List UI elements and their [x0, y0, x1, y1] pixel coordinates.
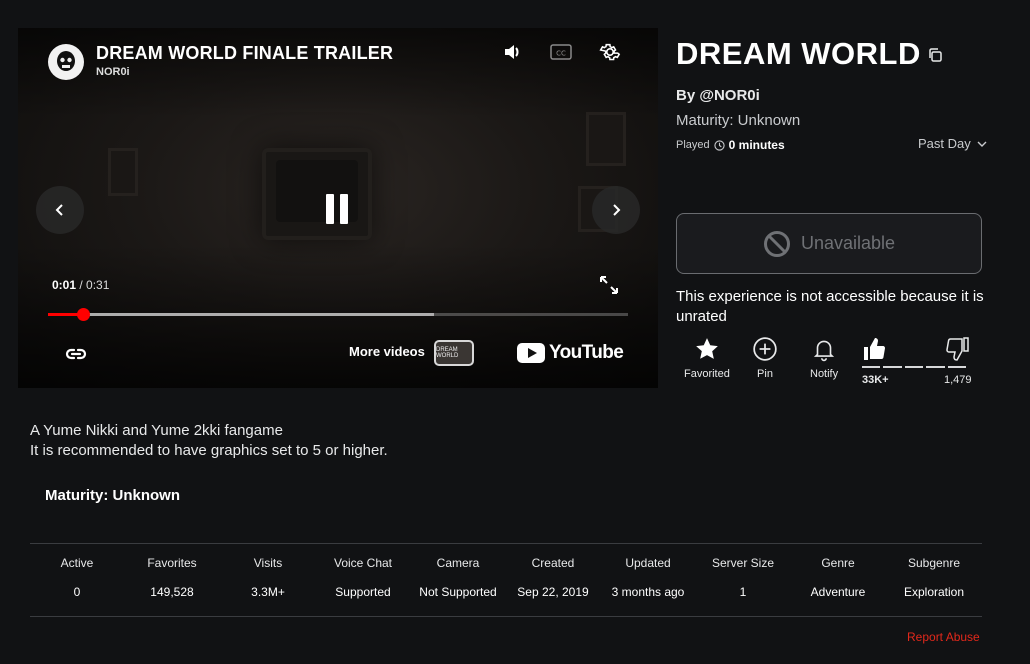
stat-genre: Genre Adventure: [811, 556, 866, 599]
stat-favorites: Favorites 149,528: [147, 556, 196, 599]
current-time: 0:01: [52, 278, 77, 292]
plus-circle-icon: [753, 337, 777, 361]
video-title[interactable]: DREAM WORLD FINALE TRAILER: [96, 43, 393, 64]
fullscreen-icon[interactable]: [598, 274, 620, 296]
blocked-icon: [763, 230, 790, 257]
maturity-rating: Maturity: Unknown: [45, 487, 180, 504]
stat-visits: Visits 3.3M+: [251, 556, 285, 599]
stat-value: Not Supported: [419, 585, 497, 599]
link-icon[interactable]: [64, 342, 88, 366]
unavailable-label: Unavailable: [800, 233, 896, 253]
stat-server-size: Server Size 1: [712, 556, 774, 599]
star-icon: [696, 338, 718, 359]
stat-value: 3.3M+: [251, 585, 285, 599]
buffered-bar: [48, 313, 434, 316]
stat-created: Created Sep 22, 2019: [517, 556, 588, 599]
scrubber-handle[interactable]: [76, 308, 90, 321]
stat-value: 1: [739, 585, 747, 599]
description-line: It is recommended to have graphics set t…: [30, 442, 388, 459]
stat-label: Voice Chat: [333, 556, 393, 570]
stats-divider-bottom: [30, 616, 982, 617]
played-value: 0 minutes: [728, 138, 785, 152]
scene-frame: [586, 112, 626, 166]
game-description: A Yume Nikki and Yume 2kki fangame It is…: [30, 421, 388, 461]
pause-icon[interactable]: [324, 194, 350, 224]
favorite-label: Favorited: [684, 368, 730, 380]
chevron-right-icon: [613, 204, 621, 216]
thumbs-down-icon[interactable]: [946, 336, 970, 367]
stats-divider-top: [30, 543, 982, 544]
next-video-button[interactable]: [592, 186, 640, 234]
period-label: Past Day: [918, 136, 971, 151]
notify-label: Notify: [810, 368, 839, 380]
report-abuse-link[interactable]: Report Abuse: [907, 630, 980, 644]
video-time: 0:01 / 0:31: [52, 278, 109, 292]
volume-icon[interactable]: [500, 40, 524, 64]
scene-frame: [108, 148, 138, 196]
duration: / 0:31: [79, 278, 110, 292]
stat-label: Subgenre: [907, 556, 961, 570]
settings-icon[interactable]: [598, 40, 622, 64]
captions-icon[interactable]: CC: [549, 40, 573, 64]
description-line: A Yume Nikki and Yume 2kki fangame: [30, 422, 283, 439]
more-videos-thumbnail[interactable]: DREAM WORLD: [434, 340, 474, 366]
scene-tv: [262, 148, 372, 240]
stat-label: Camera: [436, 556, 480, 570]
youtube-logo[interactable]: YouTube: [517, 342, 624, 364]
stat-value: Sep 22, 2019: [517, 585, 589, 599]
stat-value: Supported: [335, 585, 391, 599]
stat-label: Active: [60, 556, 94, 570]
bell-icon: [813, 340, 835, 362]
stat-label: Server Size: [711, 556, 775, 570]
not-accessible-message: This experience is not accessible becaus…: [676, 288, 984, 325]
video-player[interactable]: DREAM WORLD FINALE TRAILER NOR0i CC 0:01…: [18, 28, 658, 388]
copy-icon[interactable]: [927, 47, 943, 63]
previous-video-button[interactable]: [36, 186, 84, 234]
pin-button[interactable]: Pin: [752, 336, 778, 380]
upvote-count: 33K+: [862, 374, 889, 386]
stat-voice-chat: Voice Chat Supported: [334, 556, 392, 599]
game-title: DREAM WORLD: [676, 36, 921, 71]
stat-label: Favorites: [147, 556, 197, 570]
downvote-count: 1,479: [944, 374, 972, 386]
stat-active: Active 0: [61, 556, 94, 599]
stat-camera: Camera Not Supported: [419, 556, 496, 599]
period-dropdown[interactable]: Past Day: [918, 136, 987, 151]
stat-value: Exploration: [903, 585, 965, 599]
channel-avatar[interactable]: [48, 44, 84, 80]
chevron-left-icon: [55, 204, 63, 216]
stat-value: 3 months ago: [611, 585, 685, 599]
favorite-button[interactable]: Favorited: [684, 336, 730, 380]
stat-updated: Updated 3 months ago: [612, 556, 685, 599]
stat-label: Updated: [625, 556, 671, 570]
vote-widget: 33K+ 1,479: [862, 336, 972, 386]
stat-label: Created: [531, 556, 575, 570]
notify-button[interactable]: Notify: [810, 336, 838, 380]
more-thumb-text: DREAM WORLD: [436, 347, 459, 359]
video-progress-bar[interactable]: [48, 308, 628, 321]
played-time: Played 0 minutes: [676, 138, 785, 152]
vote-ratio-bar: [862, 366, 967, 368]
svg-text:CC: CC: [556, 50, 566, 58]
clock-icon: [714, 139, 725, 151]
stat-value: 149,528: [150, 585, 194, 599]
unavailable-button[interactable]: Unavailable: [676, 213, 982, 274]
more-videos-label[interactable]: More videos: [349, 344, 425, 359]
youtube-wordmark: YouTube: [549, 342, 624, 363]
stat-label: Genre: [821, 556, 855, 570]
creator-link[interactable]: By @NOR0i: [676, 87, 760, 104]
stat-value: Adventure: [810, 585, 866, 599]
stat-label: Visits: [253, 556, 283, 570]
thumbs-up-icon[interactable]: [862, 336, 886, 367]
pin-label: Pin: [757, 368, 773, 380]
stat-value: 0: [73, 585, 81, 599]
youtube-play-icon: [517, 343, 545, 363]
stat-subgenre: Subgenre Exploration: [904, 556, 964, 599]
played-label: Played: [676, 139, 710, 151]
video-channel-name[interactable]: NOR0i: [96, 66, 130, 78]
chevron-down-icon: [977, 141, 987, 147]
maturity-label: Maturity: Unknown: [676, 112, 801, 129]
